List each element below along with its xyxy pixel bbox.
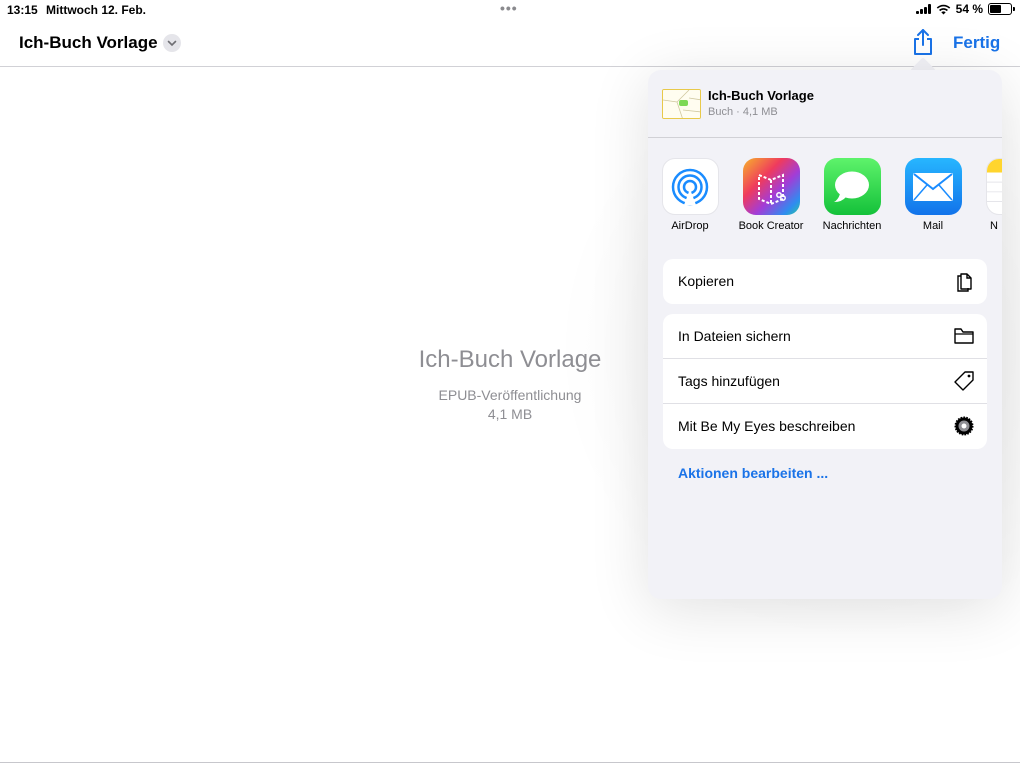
share-sheet-header: Ich-Buch Vorlage Buch · 4,1 MB [648, 70, 1002, 138]
cellular-signal-icon [915, 4, 931, 14]
share-sheet-title: Ich-Buch Vorlage [708, 88, 814, 103]
add-tags-action[interactable]: Tags hinzufügen [663, 359, 987, 404]
status-bar: 13:15 Mittwoch 12. Feb. ••• 54 % [0, 0, 1020, 20]
edit-actions-link[interactable]: Aktionen bearbeiten ... [678, 465, 828, 481]
save-to-files-action[interactable]: In Dateien sichern [663, 314, 987, 359]
app-label: Book Creator [738, 220, 804, 232]
share-button[interactable] [910, 28, 936, 56]
bottom-divider [0, 762, 1020, 763]
airdrop-icon [661, 158, 719, 215]
app-label: Nachrichten [822, 220, 882, 232]
done-button[interactable]: Fertig [953, 33, 1000, 53]
battery-percent: 54 % [955, 2, 983, 16]
share-sheet-subtitle: Buch · 4,1 MB [708, 106, 778, 118]
folder-icon [954, 328, 974, 344]
notes-icon [986, 158, 1002, 215]
share-app-airdrop[interactable]: AirDrop [650, 158, 730, 232]
status-indicators: 54 % [915, 2, 1015, 16]
multitasking-dots-icon[interactable]: ••• [500, 0, 518, 16]
share-app-messages[interactable]: Nachrichten [812, 158, 892, 232]
wifi-icon [936, 4, 950, 14]
document-title[interactable]: Ich-Buch Vorlage [19, 33, 158, 53]
app-label: N [990, 220, 998, 232]
share-app-notes[interactable]: N [974, 158, 1002, 232]
app-label: AirDrop [671, 220, 709, 232]
action-group-main: In Dateien sichern Tags hinzufügen Mit B… [663, 314, 987, 449]
app-label: Mail [922, 220, 944, 232]
action-label: In Dateien sichern [678, 328, 791, 344]
copy-icon [957, 273, 972, 292]
navigation-bar: Ich-Buch Vorlage Fertig [0, 20, 1020, 67]
document-thumbnail [662, 89, 701, 119]
gear-icon [954, 416, 974, 436]
action-label: Kopieren [678, 273, 735, 289]
tag-icon [954, 371, 974, 391]
share-apps-row: AirDrop Book Creator Nachrichten Mail N [648, 158, 1002, 238]
status-time: 13:15 [7, 3, 38, 17]
status-date: Mittwoch 12. Feb. [46, 3, 147, 17]
mail-icon [904, 158, 962, 215]
chevron-down-icon[interactable] [163, 34, 181, 52]
be-my-eyes-action[interactable]: Mit Be My Eyes beschreiben [663, 404, 987, 449]
battery-icon [988, 3, 1015, 15]
share-sheet: Ich-Buch Vorlage Buch · 4,1 MB AirDrop B… [648, 70, 1002, 599]
book-creator-icon [742, 158, 800, 215]
copy-action[interactable]: Kopieren [663, 259, 987, 304]
messages-icon [823, 158, 881, 215]
action-group-copy: Kopieren [663, 259, 987, 304]
share-app-book-creator[interactable]: Book Creator [731, 158, 811, 232]
share-app-mail[interactable]: Mail [893, 158, 973, 232]
action-label: Mit Be My Eyes beschreiben [678, 418, 856, 434]
action-label: Tags hinzufügen [678, 373, 780, 389]
share-icon [914, 29, 932, 55]
